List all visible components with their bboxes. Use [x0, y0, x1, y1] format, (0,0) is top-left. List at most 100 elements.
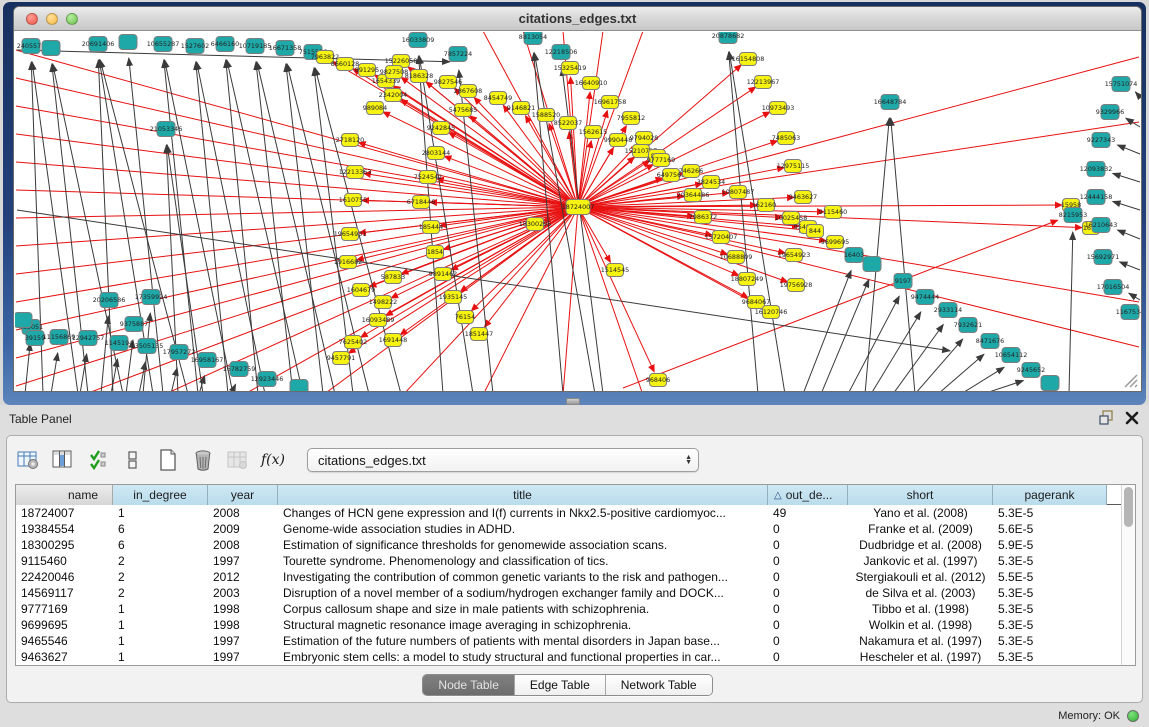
- cell-in-degree[interactable]: 2: [113, 585, 208, 601]
- citing-node[interactable]: 9463627: [789, 191, 817, 204]
- citing-node[interactable]: 891295: [355, 64, 379, 77]
- citing-node[interactable]: 16120746: [755, 306, 788, 319]
- column-header-short[interactable]: short: [848, 485, 993, 505]
- cell-name[interactable]: 18724007: [16, 505, 113, 521]
- cell-title[interactable]: Structural magnetic resonance image aver…: [278, 617, 768, 633]
- citing-node[interactable]: 12975115: [777, 160, 810, 173]
- citing-node[interactable]: 7625402: [339, 336, 367, 349]
- cell-out-de-[interactable]: 0: [768, 601, 848, 617]
- cell-out-de-[interactable]: 0: [768, 649, 848, 665]
- table-row[interactable]: 977716911998Corpus callosum shape and si…: [16, 601, 1122, 617]
- cell-pagerank[interactable]: 5.3E-5: [993, 649, 1107, 665]
- delete-table-icon[interactable]: [190, 447, 216, 473]
- cell-short[interactable]: Franke et al. (2009): [848, 521, 993, 537]
- citing-node[interactable]: 10688809: [720, 251, 753, 264]
- citing-node[interactable]: 1851447: [465, 328, 493, 341]
- citing-node[interactable]: 8454749: [484, 92, 512, 105]
- cited-node[interactable]: 9197: [894, 274, 912, 289]
- citing-node[interactable]: 16154808: [732, 53, 765, 66]
- cited-node[interactable]: 9245652: [1017, 363, 1045, 378]
- cell-pagerank[interactable]: 5.3E-5: [993, 553, 1107, 569]
- function-builder-icon[interactable]: f(x): [260, 447, 286, 473]
- cited-node[interactable]: 9329966: [1096, 105, 1124, 120]
- cell-in-degree[interactable]: 1: [113, 505, 208, 521]
- cell-in-degree[interactable]: 2: [113, 569, 208, 585]
- close-panel-icon[interactable]: [1125, 411, 1139, 425]
- table-row[interactable]: 2242004622012Investigating the contribut…: [16, 569, 1122, 585]
- citing-node[interactable]: 1610755: [339, 194, 367, 207]
- citing-node[interactable]: 2718120: [336, 134, 364, 147]
- cell-short[interactable]: Stergiakouli et al. (2012): [848, 569, 993, 585]
- cell-short[interactable]: Jankovic et al. (1997): [848, 553, 993, 569]
- cell-title[interactable]: Estimation of significance thresholds fo…: [278, 537, 768, 553]
- cell-in-degree[interactable]: 6: [113, 537, 208, 553]
- float-panel-icon[interactable]: [1099, 410, 1115, 425]
- cell-short[interactable]: Dudbridge et al. (2008): [848, 537, 993, 553]
- cell-name[interactable]: 18300295: [16, 537, 113, 553]
- cell-name[interactable]: 9463627: [16, 649, 113, 665]
- citing-node[interactable]: 185444: [419, 221, 443, 234]
- citing-node[interactable]: 10973493: [762, 102, 795, 115]
- cell-pagerank[interactable]: 5.3E-5: [993, 633, 1107, 649]
- cell-pagerank[interactable]: 5.3E-5: [993, 601, 1107, 617]
- cell-pagerank[interactable]: 5.6E-5: [993, 521, 1107, 537]
- cell-in-degree[interactable]: 1: [113, 649, 208, 665]
- cell-short[interactable]: Tibbo et al. (1998): [848, 601, 993, 617]
- citing-node[interactable]: 16961758: [594, 96, 627, 109]
- cell-year[interactable]: 2009: [208, 521, 278, 537]
- create-table-icon[interactable]: [155, 447, 181, 473]
- window-resize-grip-icon[interactable]: [1122, 372, 1138, 388]
- cited-node[interactable]: [1041, 376, 1059, 391]
- cell-year[interactable]: 2003: [208, 585, 278, 601]
- citing-node[interactable]: 62160: [756, 199, 776, 212]
- cited-node[interactable]: 12942757: [72, 331, 105, 346]
- cell-name[interactable]: 9115460: [16, 553, 113, 569]
- cell-year[interactable]: 2008: [208, 505, 278, 521]
- citing-node[interactable]: 8186328: [405, 70, 433, 83]
- citing-node[interactable]: 18807249: [731, 273, 764, 286]
- citing-node[interactable]: 9777169: [647, 154, 675, 167]
- citing-node[interactable]: 1935145: [439, 291, 467, 304]
- cited-node[interactable]: 1145194: [105, 336, 133, 351]
- column-header-in-degree[interactable]: in_degree: [113, 485, 208, 505]
- table-row[interactable]: 1456911722003Disruption of a novel membe…: [16, 585, 1122, 601]
- citing-node[interactable]: 16093489: [362, 314, 395, 327]
- citing-node[interactable]: 9794028: [630, 132, 658, 145]
- cell-year[interactable]: 1998: [208, 617, 278, 633]
- split-pane-handle[interactable]: [566, 398, 580, 405]
- cell-pagerank[interactable]: 5.3E-5: [993, 585, 1107, 601]
- citing-node[interactable]: 19654923: [778, 249, 811, 262]
- cell-title[interactable]: Investigating the contribution of common…: [278, 569, 768, 585]
- table-row[interactable]: 1830029562008Estimation of significance …: [16, 537, 1122, 553]
- cited-node[interactable]: [290, 380, 308, 393]
- cell-year[interactable]: 1997: [208, 633, 278, 649]
- cited-node[interactable]: 16648784: [874, 95, 907, 110]
- citing-node[interactable]: 9891462: [429, 268, 457, 281]
- cited-node[interactable]: 7932621: [954, 318, 982, 333]
- cell-short[interactable]: de Silva et al. (2003): [848, 585, 993, 601]
- citing-node[interactable]: 1498222: [369, 296, 397, 309]
- citing-node[interactable]: 19654931: [334, 228, 367, 241]
- cell-title[interactable]: Disruption of a novel member of a sodium…: [278, 585, 768, 601]
- cited-node[interactable]: [119, 35, 137, 50]
- cited-node[interactable]: 8471676: [976, 334, 1004, 349]
- cited-node[interactable]: [42, 41, 60, 56]
- hub-node[interactable]: 18724007: [562, 200, 595, 215]
- cited-node[interactable]: 7857224: [444, 47, 472, 62]
- row-height-icon[interactable]: [120, 447, 146, 473]
- citing-node[interactable]: 12213967: [747, 76, 780, 89]
- cell-out-de-[interactable]: 0: [768, 553, 848, 569]
- citing-node[interactable]: 76154: [455, 311, 475, 324]
- tab-network-table[interactable]: Network Table: [606, 675, 712, 695]
- cell-title[interactable]: Tourette syndrome. Phenomenology and cla…: [278, 553, 768, 569]
- cell-in-degree[interactable]: 1: [113, 617, 208, 633]
- cell-out-de-[interactable]: 0: [768, 521, 848, 537]
- cited-node[interactable]: 16958167: [191, 353, 224, 368]
- citing-node[interactable]: 2867608: [454, 85, 482, 98]
- cell-year[interactable]: 1997: [208, 649, 278, 665]
- column-header-year[interactable]: year: [208, 485, 278, 505]
- citing-node[interactable]: 968406: [646, 374, 670, 387]
- window-titlebar[interactable]: citations_edges.txt: [14, 7, 1141, 31]
- citing-node[interactable]: 9699695: [821, 236, 849, 249]
- cell-out-de-[interactable]: 0: [768, 617, 848, 633]
